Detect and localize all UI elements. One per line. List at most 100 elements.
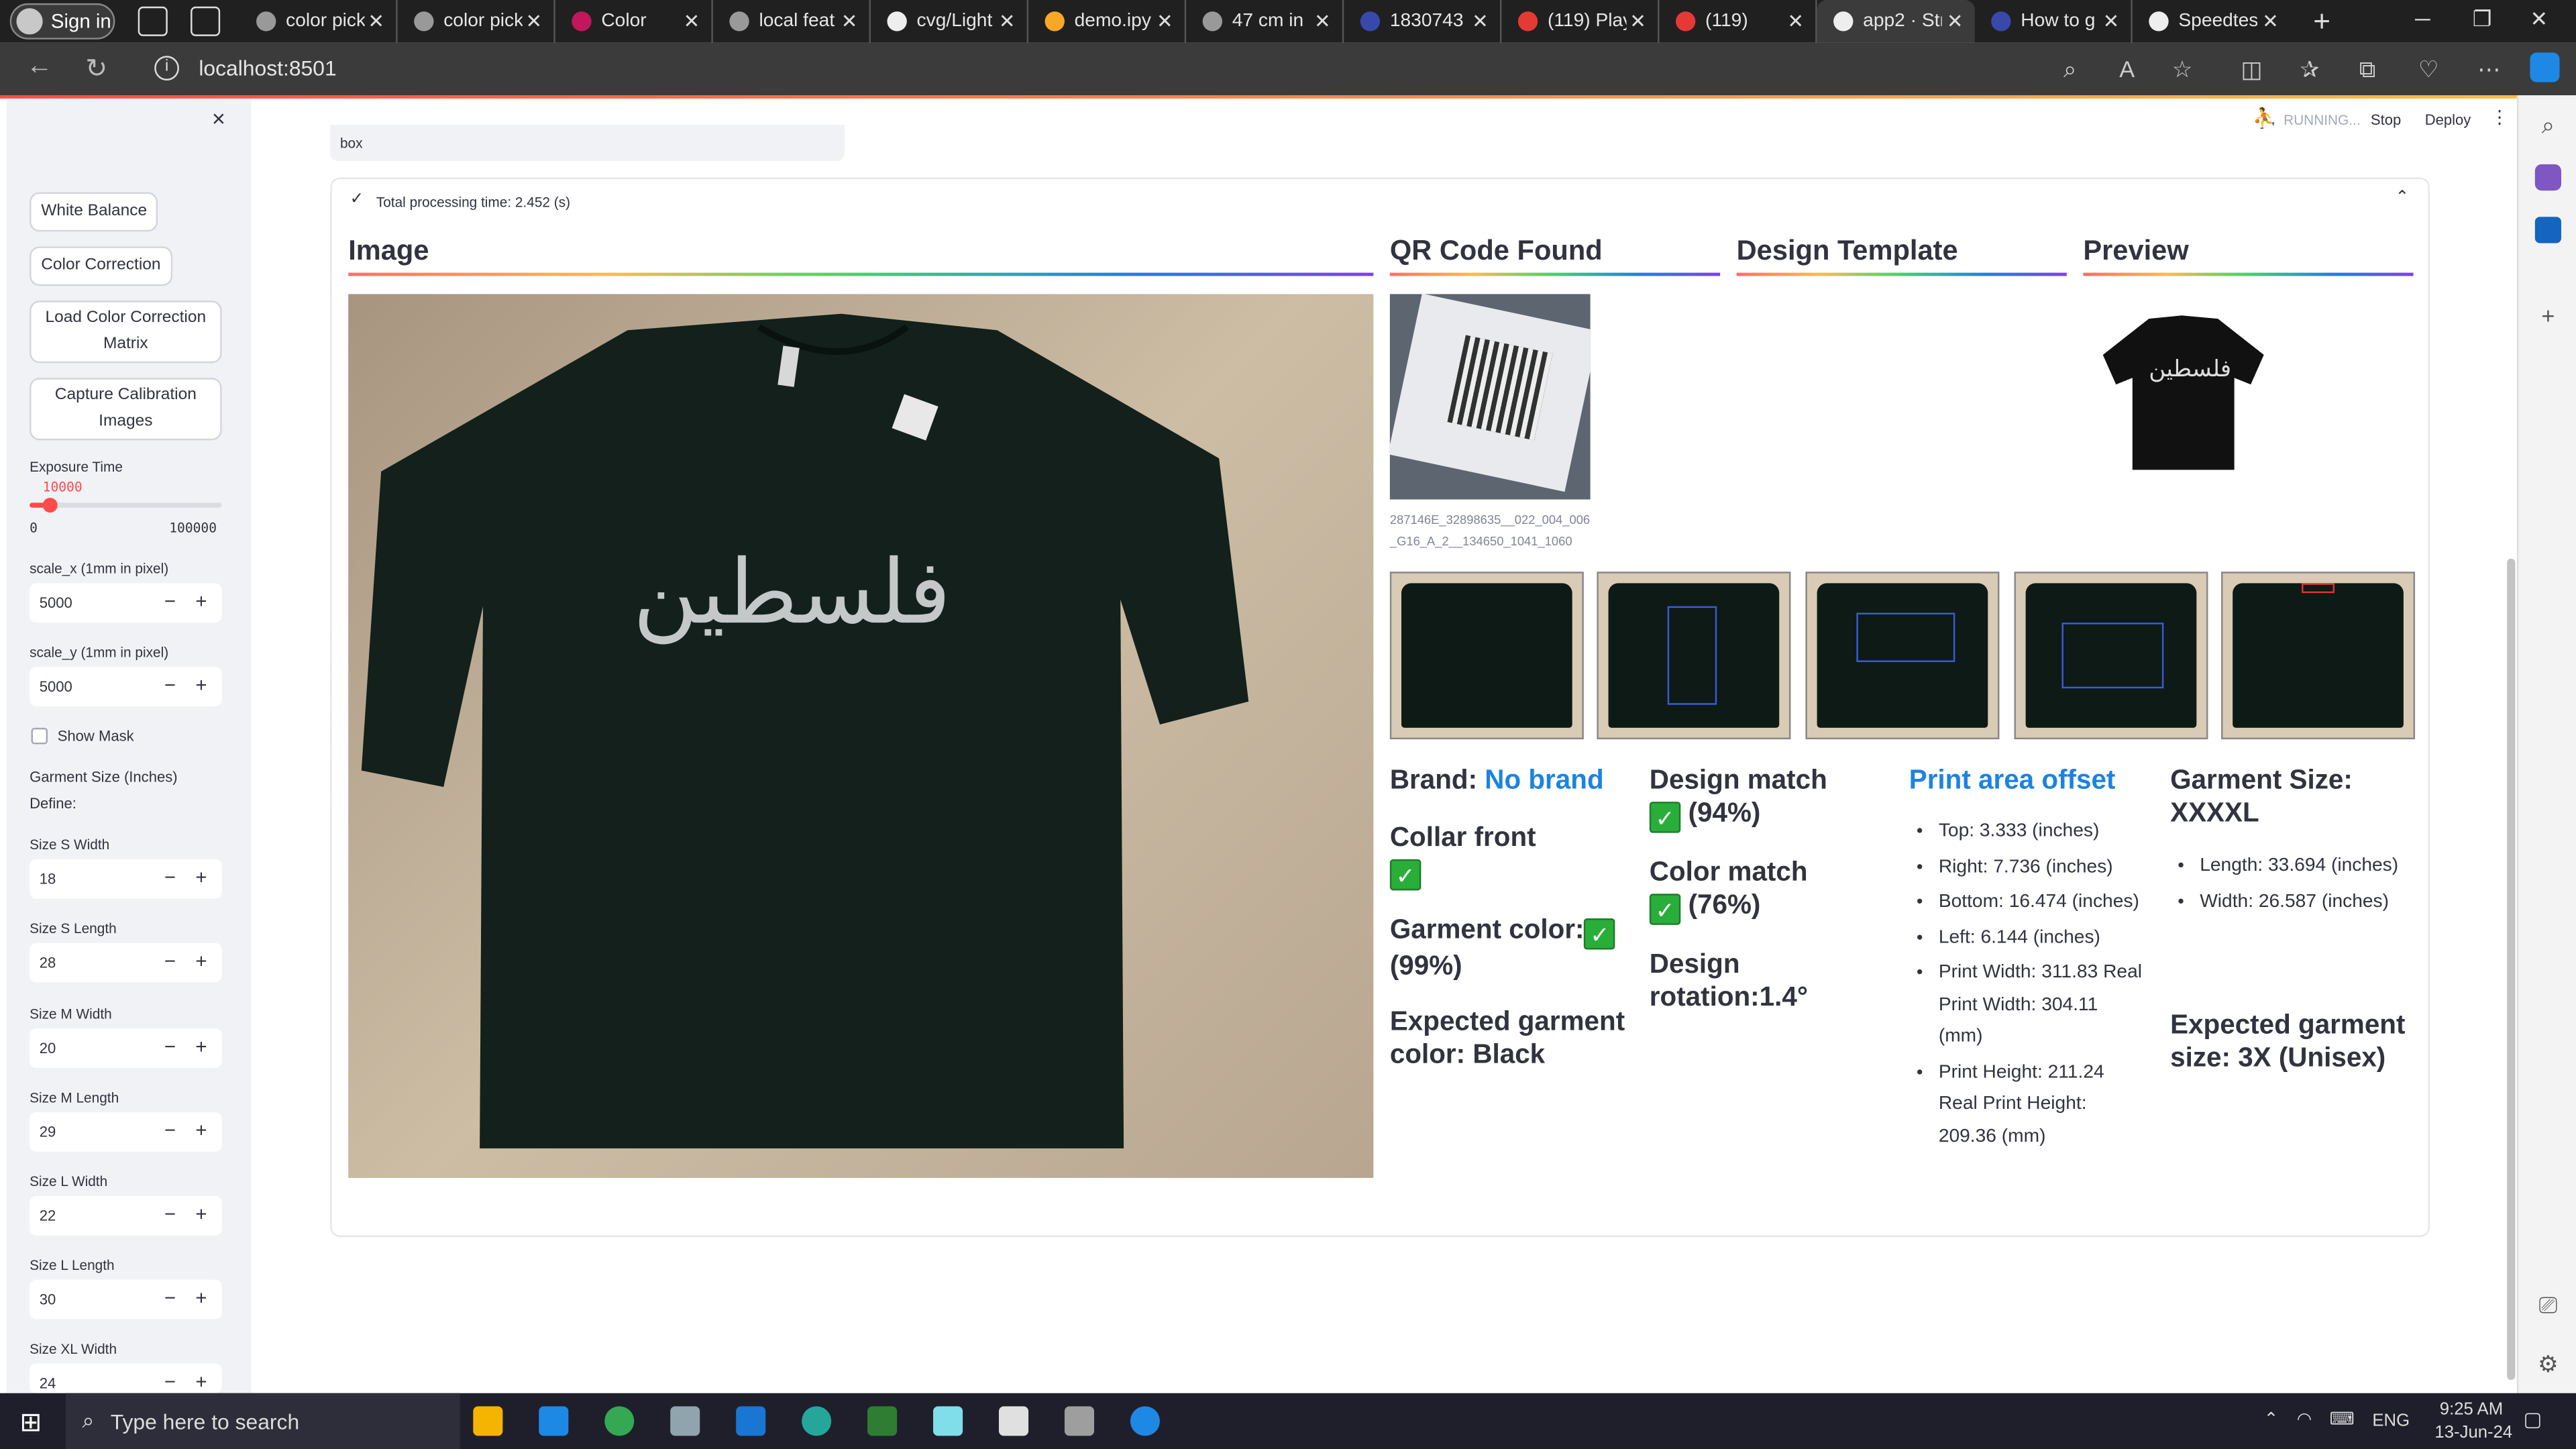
close-tab-icon[interactable]: ✕: [1947, 10, 1964, 33]
close-tab-icon[interactable]: ✕: [526, 10, 543, 33]
browser-tab[interactable]: Speedtest ✕: [2133, 0, 2290, 43]
scale-x-input[interactable]: 5000 − +: [30, 583, 222, 623]
load-ccm-button[interactable]: Load Color Correction Matrix: [30, 301, 222, 364]
size-input[interactable]: 22 − +: [30, 1195, 222, 1236]
close-window-icon[interactable]: ✕: [2530, 7, 2548, 33]
size-input[interactable]: 18 − +: [30, 859, 222, 899]
increment-button[interactable]: +: [195, 1035, 207, 1058]
browser-tab[interactable]: 1830743 ✕: [1344, 0, 1502, 43]
windows-start-icon[interactable]: ⊞: [19, 1406, 42, 1439]
processing-time[interactable]: Total processing time: 2.452 (s): [376, 194, 570, 210]
decrement-button[interactable]: −: [164, 866, 176, 889]
stop-button[interactable]: Stop: [2371, 112, 2401, 128]
increment-button[interactable]: +: [195, 674, 207, 696]
chrome-icon[interactable]: [604, 1406, 635, 1436]
app-menu-icon[interactable]: ⋮: [2491, 107, 2509, 128]
outlook-icon[interactable]: [2534, 217, 2561, 244]
taskbar-search[interactable]: ⌕ Type here to search: [65, 1393, 460, 1449]
browser-tab[interactable]: (119) Play ✕: [1501, 0, 1660, 43]
decrement-button[interactable]: −: [164, 1119, 176, 1142]
increment-button[interactable]: +: [195, 1370, 207, 1393]
settings-gear-icon[interactable]: ⚙: [2535, 1350, 2561, 1377]
favorite-star-icon[interactable]: ☆: [2172, 56, 2193, 84]
show-mask-checkbox[interactable]: [31, 727, 48, 745]
calculator-icon[interactable]: [1064, 1406, 1095, 1436]
capture-calibration-button[interactable]: Capture Calibration Images: [30, 378, 222, 441]
workspaces-icon[interactable]: [138, 6, 168, 36]
exposure-slider-handle[interactable]: [42, 498, 57, 513]
browser-tab[interactable]: Color ✕: [555, 0, 713, 43]
decrement-button[interactable]: −: [164, 950, 176, 973]
copilot-sidebar-icon[interactable]: [2534, 164, 2561, 191]
close-tab-icon[interactable]: ✕: [1629, 10, 1646, 33]
close-tab-icon[interactable]: ✕: [2103, 10, 2120, 33]
browser-tab[interactable]: local feat ✕: [713, 0, 871, 43]
size-input[interactable]: 29 − +: [30, 1112, 222, 1152]
notifications-icon[interactable]: ▢: [2524, 1408, 2542, 1431]
close-tab-icon[interactable]: ✕: [368, 10, 384, 33]
favorites-icon[interactable]: ✰: [2300, 56, 2320, 84]
increment-button[interactable]: +: [195, 1287, 207, 1309]
close-tab-icon[interactable]: ✕: [1472, 10, 1489, 33]
more-menu-icon[interactable]: ⋯: [2477, 56, 2500, 84]
decrement-button[interactable]: −: [164, 674, 176, 696]
back-icon[interactable]: ←: [26, 52, 52, 82]
refresh-icon[interactable]: ↻: [85, 52, 107, 85]
color-correction-button[interactable]: Color Correction: [30, 246, 172, 286]
close-tab-icon[interactable]: ✕: [684, 10, 700, 33]
tab-actions-icon[interactable]: [191, 6, 221, 36]
browser-tab[interactable]: color pick ✕: [398, 0, 555, 43]
decrement-button[interactable]: −: [164, 1203, 176, 1226]
notepad-icon[interactable]: [933, 1406, 963, 1436]
close-tab-icon[interactable]: ✕: [2262, 10, 2279, 33]
increment-button[interactable]: +: [195, 590, 207, 612]
split-screen-icon[interactable]: ◫: [2241, 56, 2262, 84]
edge-icon[interactable]: [802, 1406, 832, 1436]
browser-tab[interactable]: color pick ✕: [240, 0, 398, 43]
minimize-icon[interactable]: ─: [2415, 7, 2430, 32]
close-tab-icon[interactable]: ✕: [1787, 10, 1804, 33]
increment-button[interactable]: +: [195, 1119, 207, 1142]
decrement-button[interactable]: −: [164, 590, 176, 612]
collapse-chevron-icon[interactable]: ⌃: [2396, 189, 2410, 207]
vscode-icon[interactable]: [736, 1406, 766, 1436]
paint-icon[interactable]: [998, 1406, 1029, 1436]
copilot-icon[interactable]: [2530, 52, 2560, 83]
app-icon[interactable]: [1130, 1406, 1160, 1436]
close-tab-icon[interactable]: ✕: [1157, 10, 1173, 33]
browser-tab[interactable]: 47 cm in ✕: [1186, 0, 1344, 43]
screenshot-icon[interactable]: ⎚: [2535, 1291, 2561, 1318]
scale-y-input[interactable]: 5000 − +: [30, 667, 222, 707]
exposure-slider-track[interactable]: [30, 498, 222, 513]
clock-date[interactable]: 13-Jun-24: [2434, 1423, 2512, 1442]
wifi-icon[interactable]: ◠: [2297, 1409, 2312, 1429]
box-input[interactable]: box: [330, 125, 845, 162]
clock-time[interactable]: 9:25 AM: [2440, 1400, 2503, 1419]
excel-icon[interactable]: [867, 1406, 898, 1436]
new-tab-icon[interactable]: +: [2313, 4, 2330, 38]
size-input[interactable]: 20 − +: [30, 1028, 222, 1068]
white-balance-button[interactable]: White Balance: [30, 192, 159, 232]
size-input[interactable]: 30 − +: [30, 1279, 222, 1320]
browser-tab[interactable]: demo.ipy ✕: [1028, 0, 1187, 43]
restore-icon[interactable]: ❐: [2473, 7, 2492, 33]
zoom-icon[interactable]: ⌕: [2063, 56, 2076, 84]
read-aloud-icon[interactable]: A: [2119, 56, 2135, 82]
store-icon[interactable]: [539, 1406, 569, 1436]
add-icon[interactable]: +: [2535, 303, 2561, 329]
deploy-button[interactable]: Deploy: [2425, 112, 2471, 128]
size-input[interactable]: 24 − +: [30, 1363, 222, 1393]
increment-button[interactable]: +: [195, 1203, 207, 1226]
increment-button[interactable]: +: [195, 866, 207, 889]
search-icon[interactable]: ⌕: [2535, 112, 2561, 138]
browser-tab-active[interactable]: app2 · Str ✕: [1817, 0, 1975, 43]
close-tab-icon[interactable]: ✕: [841, 10, 858, 33]
app-icon[interactable]: [670, 1406, 700, 1436]
close-tab-icon[interactable]: ✕: [999, 10, 1016, 33]
collections-icon[interactable]: ⧉: [2359, 56, 2375, 84]
browser-tab[interactable]: (119) ✕: [1659, 0, 1817, 43]
decrement-button[interactable]: −: [164, 1370, 176, 1393]
sign-in-button[interactable]: Sign in: [9, 3, 115, 40]
browser-tab[interactable]: cvg/Light ✕: [871, 0, 1029, 43]
file-explorer-icon[interactable]: [473, 1406, 503, 1436]
